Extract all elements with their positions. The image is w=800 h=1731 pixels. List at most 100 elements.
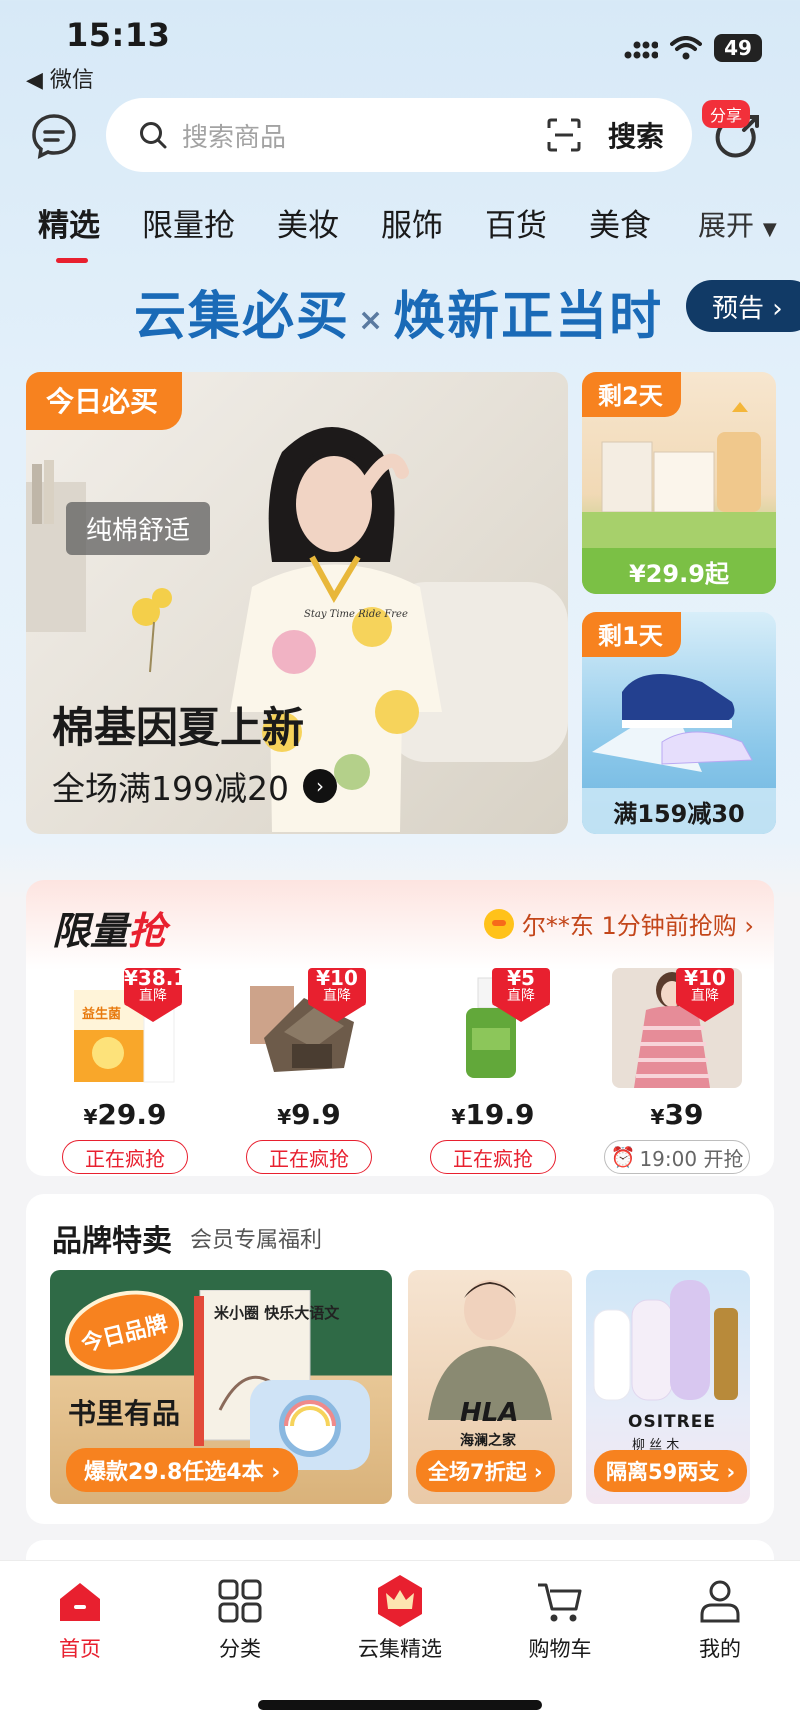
nav-yunji-picks-label: 云集精选 <box>358 1637 442 1661</box>
drop-label: 直降 <box>139 988 167 1004</box>
tab-food[interactable]: 美食 <box>589 200 651 245</box>
hla-logo-sub: 海澜之家 <box>460 1433 516 1449</box>
nav-me[interactable]: 我的 <box>660 1575 780 1663</box>
side-card-1-tag: 剩2天 <box>582 372 681 417</box>
arrow-right-icon[interactable]: › <box>302 769 337 803</box>
status-button[interactable]: 正在疯抢 <box>62 1140 188 1174</box>
upcoming-status-button[interactable]: ⏰ 19:00 开抢 <box>604 1140 750 1174</box>
search-placeholder[interactable]: 搜索商品 <box>182 117 546 154</box>
chick-avatar-icon <box>483 908 514 939</box>
flash-product-4[interactable]: ¥10 直降 ¥39 ⏰ 19:00 开抢 <box>592 968 762 1174</box>
flash-product-2[interactable]: ¥10 直降 ¥9.9 正在疯抢 <box>224 968 394 1174</box>
caret-down-icon: ▼ <box>762 219 777 240</box>
price-drop-badge: ¥10 直降 <box>308 968 372 1032</box>
tab-selected[interactable]: 精选 <box>38 200 100 263</box>
brand-card-ositree[interactable]: OSITREE 柳 丝 木 隔离59两支 › <box>586 1270 750 1504</box>
side-card-1-price: ¥29.9起 <box>582 548 776 594</box>
side-card-2-tag: 剩1天 <box>582 612 681 657</box>
drop-amount: ¥10 <box>316 966 358 990</box>
status-button[interactable]: 正在疯抢 <box>430 1140 556 1174</box>
brand-card-hla[interactable]: HLA 海澜之家 全场7折起 › <box>408 1270 572 1504</box>
cart-icon <box>538 1583 582 1622</box>
grid-icon <box>218 1579 262 1623</box>
price-drop-badge: ¥38.1 直降 <box>124 968 188 1032</box>
hero-tag: 今日必买 <box>26 372 183 430</box>
search-bar[interactable]: 搜索商品 搜索 <box>106 98 692 172</box>
scan-icon[interactable] <box>546 117 582 153</box>
clock-icon: ⏰ <box>610 1145 636 1169</box>
side-card-2-price: 满159减30 <box>582 788 776 834</box>
tabs-expand-button[interactable]: 展开 ▼ <box>698 204 777 244</box>
tab-apparel[interactable]: 服饰 <box>381 200 443 245</box>
user-icon <box>700 1580 740 1623</box>
kids-shoes-image <box>592 674 753 772</box>
campaign-x: × <box>358 302 386 338</box>
product-price: ¥39 <box>650 1098 704 1131</box>
brand-of-day-badge: 今日品牌 <box>56 1278 192 1386</box>
nav-cart-label: 购物车 <box>528 1637 592 1661</box>
back-to-wechat[interactable]: ◀ 微信 <box>26 62 94 94</box>
search-button[interactable]: 搜索 <box>608 115 664 155</box>
nav-me-label: 我的 <box>699 1637 741 1661</box>
nav-category[interactable]: 分类 <box>180 1575 300 1663</box>
next-section-peek <box>26 1540 774 1560</box>
status-icons: 49 <box>624 34 762 62</box>
hero-title: 棉基因夏上新 <box>52 703 305 752</box>
side-deal-card-2[interactable]: 剩1天 满159减30 <box>582 612 776 834</box>
brand-card-books[interactable]: 米小圈 快乐大语文 今日品牌 书里有品 爆款29.8任选4本 › <box>50 1270 392 1504</box>
skincare-bottles-image <box>593 1280 738 1401</box>
hla-promo-pill[interactable]: 全场7折起 › <box>416 1450 555 1492</box>
search-icon <box>140 122 167 149</box>
recent-purchase-notice[interactable]: 尔**东 1分钟前抢购 › <box>483 906 754 941</box>
tab-general[interactable]: 百货 <box>485 200 547 245</box>
shirt-print: Stay Time Ride Free <box>304 609 408 620</box>
brand-sale-section: 品牌特卖 会员专属福利 米小圈 快乐大语文 今日品牌 书里有品 爆款29.8任选… <box>26 1194 774 1524</box>
campaign-title: 云集必买 × 焕新正当时 <box>134 274 663 349</box>
tab-flash-sale[interactable]: 限量抢 <box>142 200 235 245</box>
ositree-promo-pill[interactable]: 隔离59两支 › <box>594 1450 748 1492</box>
flash-sale-section: 限量抢 尔**东 1分钟前抢购 › 益生菌 ¥38.1 直降 ¥29.9 正在疯抢… <box>26 880 774 1176</box>
probiotics-label: 益生菌 <box>82 1006 121 1022</box>
message-icon[interactable] <box>28 110 80 162</box>
drop-label: 直降 <box>691 988 719 1004</box>
drop-amount: ¥38.1 <box>124 966 188 990</box>
wifi-icon <box>670 36 702 60</box>
flash-product-1[interactable]: 益生菌 ¥38.1 直降 ¥29.9 正在疯抢 <box>40 968 210 1174</box>
hla-logo: HLA <box>460 1398 519 1428</box>
category-tabs: 精选 限量抢 美妆 服饰 百货 美食 <box>38 200 693 263</box>
drop-label: 直降 <box>323 988 351 1004</box>
ositree-logo: OSITREE <box>628 1412 716 1432</box>
nav-yunji-picks[interactable]: 云集精选 <box>340 1575 460 1663</box>
brand-sale-title: 品牌特卖 <box>52 1224 172 1259</box>
tab-beauty[interactable]: 美妆 <box>277 200 339 245</box>
status-time: 15:13 <box>66 16 171 54</box>
nav-category-label: 分类 <box>219 1637 261 1661</box>
battery-indicator: 49 <box>714 34 762 62</box>
price-drop-badge: ¥10 直降 <box>676 968 740 1032</box>
home-indicator <box>258 1700 542 1710</box>
nav-cart[interactable]: 购物车 <box>500 1575 620 1663</box>
brand-name: 书里有品 <box>68 1397 181 1430</box>
campaign-right: 焕新正当时 <box>393 287 664 347</box>
drop-label: 直降 <box>507 988 535 1004</box>
side-deal-card-1[interactable]: 剩2天 ¥29.9起 <box>582 372 776 594</box>
flash-title-a: 限量 <box>52 909 129 953</box>
crown-icon <box>378 1575 422 1627</box>
product-price: ¥29.9 <box>83 1098 167 1131</box>
campaign-left: 云集必买 <box>134 287 351 347</box>
status-button[interactable]: 正在疯抢 <box>246 1140 372 1174</box>
flash-product-3[interactable]: ¥5 直降 ¥19.9 正在疯抢 <box>408 968 578 1174</box>
flash-title-b: 抢 <box>128 909 167 953</box>
flash-sale-title[interactable]: 限量抢 <box>52 900 166 955</box>
product-price: ¥9.9 <box>277 1098 341 1131</box>
hero-subtitle[interactable]: 全场满199减20 › <box>52 762 337 810</box>
home-icon <box>60 1583 100 1621</box>
nav-home[interactable]: 首页 <box>20 1575 140 1663</box>
hero-banner[interactable]: Stay Time Ride Free 今日必买 纯棉舒适 棉基因夏上新 全场满… <box>26 372 568 834</box>
hero-feature-pill: 纯棉舒适 <box>66 502 211 555</box>
preview-button[interactable]: 预告 › <box>686 280 800 332</box>
brand-promo-pill[interactable]: 爆款29.8任选4本 › <box>66 1448 299 1492</box>
household-products-image <box>582 402 776 552</box>
book-title: 米小圈 快乐大语文 <box>214 1304 340 1322</box>
share-badge[interactable]: 分享 <box>702 100 751 128</box>
